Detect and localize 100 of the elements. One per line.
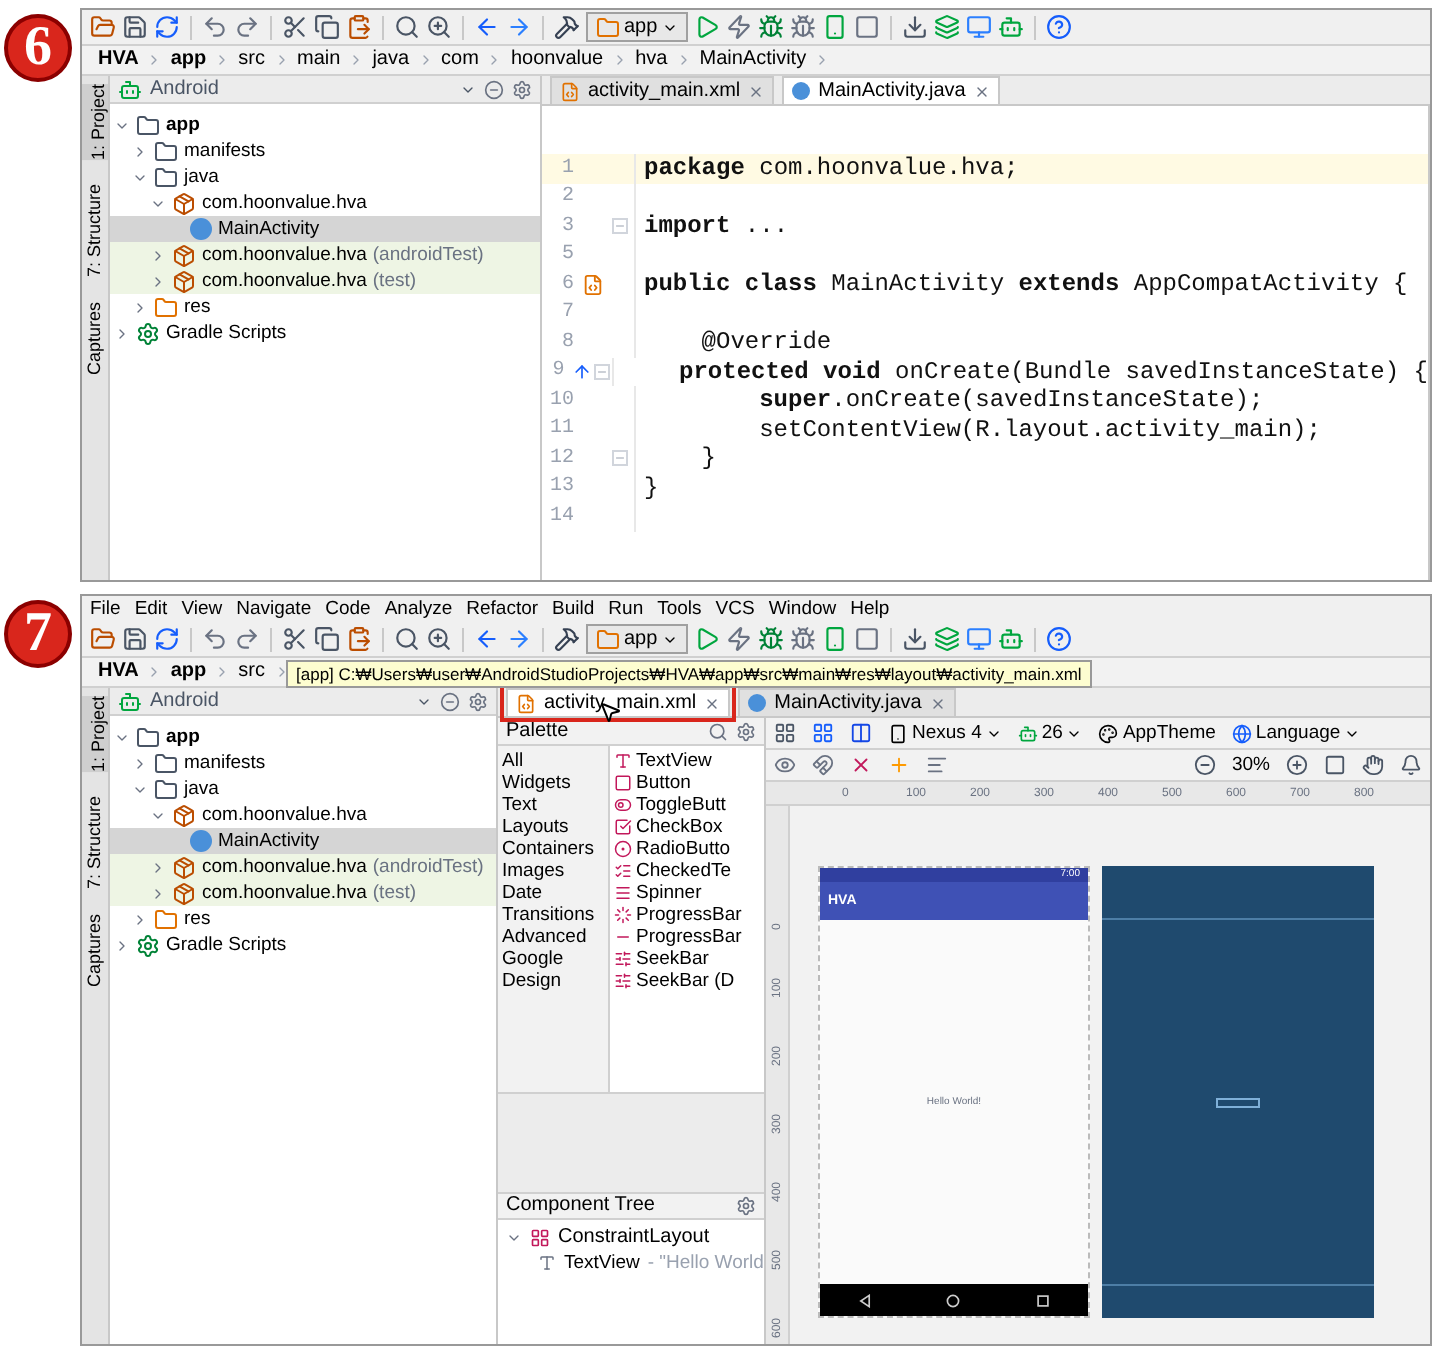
- paste-icon[interactable]: [346, 14, 372, 40]
- menu-item[interactable]: Run: [608, 599, 644, 619]
- side-tab[interactable]: Captures: [78, 301, 112, 375]
- stop-icon[interactable]: [853, 626, 880, 652]
- tree-item[interactable]: MainActivity: [110, 828, 496, 854]
- language-dropdown[interactable]: Language: [1231, 723, 1361, 743]
- zoom-in-icon[interactable]: [1286, 754, 1308, 776]
- search-icon[interactable]: [394, 626, 420, 652]
- breadcrumb-item[interactable]: app: [162, 50, 215, 70]
- breadcrumb-item[interactable]: com: [433, 50, 487, 70]
- breadcrumb-item[interactable]: hoonvalue: [502, 50, 612, 70]
- breadcrumb-item[interactable]: HVA: [90, 662, 147, 682]
- help-icon[interactable]: [1045, 14, 1072, 40]
- palette-category[interactable]: Images: [498, 860, 608, 882]
- api-dropdown[interactable]: 26: [1017, 723, 1083, 743]
- menu-item[interactable]: Code: [325, 599, 371, 619]
- android-icon[interactable]: [997, 626, 1024, 652]
- open-folder-icon[interactable]: [90, 626, 116, 652]
- palette-widget[interactable]: TextView: [610, 750, 764, 772]
- palette-widget[interactable]: CheckedTe: [610, 860, 764, 882]
- breadcrumb-item[interactable]: HVA: [90, 50, 147, 70]
- debug-icon[interactable]: [757, 626, 784, 652]
- stop-icon[interactable]: [853, 14, 880, 40]
- tree-item[interactable]: res: [110, 906, 496, 932]
- undo-icon[interactable]: [202, 14, 228, 40]
- redo-icon[interactable]: [234, 626, 260, 652]
- back-icon[interactable]: [857, 1293, 872, 1307]
- run-config-dropdown[interactable]: app: [586, 624, 688, 654]
- home-icon[interactable]: [946, 1293, 961, 1307]
- side-tab[interactable]: 1: Project: [82, 696, 108, 773]
- palette-widget[interactable]: Button: [610, 772, 764, 794]
- eye-icon[interactable]: [774, 754, 796, 776]
- palette-widget[interactable]: SeekBar (D: [610, 970, 764, 992]
- palette-widget[interactable]: Spinner: [610, 882, 764, 904]
- tree-item[interactable]: java: [110, 776, 496, 802]
- breadcrumb-item[interactable]: MainActivity: [691, 50, 815, 70]
- menu-item[interactable]: Analyze: [384, 599, 453, 619]
- breadcrumb-item[interactable]: src: [230, 662, 273, 682]
- palette-widget[interactable]: SeekBar: [610, 948, 764, 970]
- palette-category[interactable]: Advanced: [498, 926, 608, 948]
- settings-icon[interactable]: [736, 721, 756, 741]
- save-icon[interactable]: [122, 626, 148, 652]
- menu-item[interactable]: Build: [552, 599, 595, 619]
- palette-category[interactable]: Google: [498, 948, 608, 970]
- collapse-all-icon[interactable]: [440, 691, 460, 711]
- tree-item[interactable]: manifests: [110, 138, 540, 164]
- sync-icon[interactable]: [154, 626, 180, 652]
- find-icon[interactable]: [426, 626, 452, 652]
- lightning-icon[interactable]: [725, 14, 752, 40]
- sync-icon[interactable]: [154, 14, 180, 40]
- breadcrumb-item[interactable]: java: [364, 50, 418, 70]
- magnet-icon[interactable]: [812, 754, 834, 776]
- tree-item[interactable]: MainActivity: [110, 216, 540, 242]
- tree-item[interactable]: ConstraintLayout: [498, 1228, 764, 1248]
- search-icon[interactable]: [394, 14, 420, 40]
- settings-icon[interactable]: [512, 79, 532, 99]
- android-icon[interactable]: [997, 14, 1024, 40]
- notification-icon[interactable]: [1400, 754, 1422, 776]
- forward-icon[interactable]: [506, 14, 532, 40]
- side-tab[interactable]: 7: Structure: [78, 796, 112, 890]
- tree-item[interactable]: Gradle Scripts: [110, 932, 496, 958]
- collapse-all-icon[interactable]: [484, 79, 504, 99]
- menu-item[interactable]: Refactor: [466, 599, 539, 619]
- tree-item[interactable]: app: [110, 112, 540, 138]
- recents-icon[interactable]: [1036, 1293, 1051, 1307]
- align-icon[interactable]: [926, 754, 948, 776]
- palette-widget[interactable]: ProgressBar: [610, 926, 764, 948]
- debug-icon[interactable]: [757, 14, 784, 40]
- menu-item[interactable]: VCS: [715, 599, 755, 619]
- save-icon[interactable]: [122, 14, 148, 40]
- menu-item[interactable]: Window: [768, 599, 837, 619]
- gradle-sync-icon[interactable]: [933, 14, 960, 40]
- close-icon[interactable]: [973, 83, 990, 99]
- run-icon[interactable]: [693, 626, 720, 652]
- fit-screen-icon[interactable]: [1324, 754, 1346, 776]
- avd-icon[interactable]: [965, 14, 992, 40]
- copy-icon[interactable]: [314, 14, 340, 40]
- run-icon[interactable]: [693, 14, 720, 40]
- hammer-icon[interactable]: [554, 14, 580, 40]
- pan-icon[interactable]: [1362, 754, 1384, 776]
- profile-icon[interactable]: [789, 14, 816, 40]
- breadcrumb-item[interactable]: src: [230, 50, 273, 70]
- settings-icon[interactable]: [468, 691, 488, 711]
- zoom-out-icon[interactable]: [1193, 754, 1216, 776]
- settings-icon[interactable]: [736, 1196, 756, 1216]
- breadcrumb-item[interactable]: app: [162, 662, 215, 682]
- menu-item[interactable]: Help: [850, 599, 890, 619]
- hammer-icon[interactable]: [554, 626, 580, 652]
- undo-icon[interactable]: [202, 626, 228, 652]
- side-tab[interactable]: Captures: [78, 913, 112, 987]
- help-icon[interactable]: [1045, 626, 1072, 652]
- open-folder-icon[interactable]: [90, 14, 116, 40]
- palette-category[interactable]: Design: [498, 970, 608, 992]
- tree-item[interactable]: Gradle Scripts: [110, 320, 540, 346]
- device-icon[interactable]: [821, 14, 848, 40]
- palette-widget[interactable]: CheckBox: [610, 816, 764, 838]
- close-icon[interactable]: [929, 695, 946, 711]
- breadcrumb-item[interactable]: hva: [627, 50, 676, 70]
- editor-tab[interactable]: MainActivity.java: [738, 688, 956, 716]
- tree-item[interactable]: com.hoonvalue.hva (androidTest): [110, 854, 496, 880]
